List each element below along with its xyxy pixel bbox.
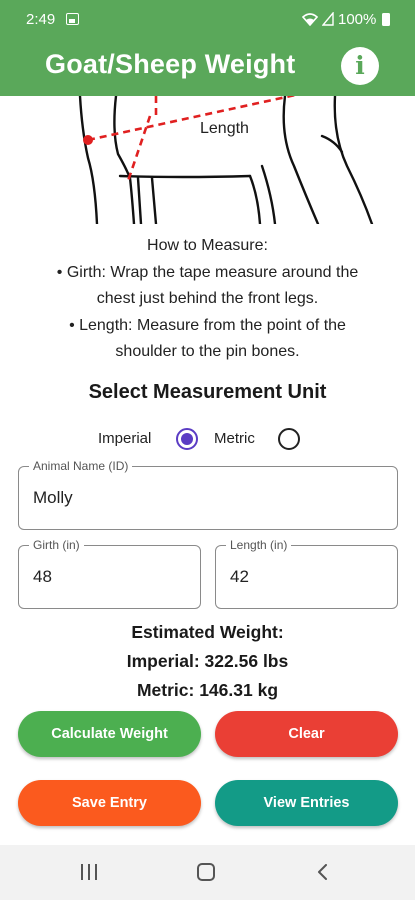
imperial-weight-result: Imperial: 322.56 lbs [126,651,289,671]
length-label: Length [200,120,249,137]
metric-radio[interactable] [278,428,300,450]
metric-weight-result: Metric: 146.31 kg [136,680,279,700]
length-field-label: Length (in) [226,538,292,552]
measurement-diagram: Length [78,96,374,224]
instructions-girth-line2: chest just behind the front legs. [96,290,319,307]
instructions-length-line1: • Length: Measure from the point of the [69,316,346,334]
imperial-radio[interactable] [176,428,198,450]
shoulder-point-marker [83,135,93,145]
battery-icon [382,13,390,26]
imperial-label[interactable]: Imperial [98,430,151,447]
app-bar: Goat/Sheep Weight i [0,40,415,96]
wifi-icon [302,13,318,26]
metric-label[interactable]: Metric [214,430,255,447]
view-entries-button[interactable]: View Entries [215,780,398,826]
girth-label: Girth (in) [29,538,84,552]
clear-button[interactable]: Clear [215,711,398,757]
system-nav-bar [0,845,415,900]
unit-radio-group: Imperial Metric [0,426,415,452]
status-bar: 2:49 100% [0,0,415,40]
save-entry-button[interactable]: Save Entry [18,780,201,826]
unit-heading: Select Measurement Unit [88,381,327,403]
animal-name-field[interactable]: Animal Name (ID) Molly [18,459,398,530]
measure-lines [87,96,297,182]
girth-value[interactable]: 48 [33,567,52,587]
back-icon[interactable] [316,864,328,880]
animal-name-value[interactable]: Molly [33,488,73,508]
image-icon [66,13,79,25]
instructions-length-line2: shoulder to the pin bones. [115,343,300,360]
app-title: Goat/Sheep Weight [45,49,296,79]
battery-percent: 100% [338,11,377,28]
signal-icon [322,12,334,26]
status-time: 2:49 [26,11,56,28]
recents-icon[interactable] [80,864,98,880]
measurement-instructions: How to Measure: • Girth: Wrap the tape m… [10,233,405,366]
length-value[interactable]: 42 [230,567,249,587]
length-field[interactable]: Length (in) 42 [215,538,398,609]
calculate-weight-button[interactable]: Calculate Weight [18,711,201,757]
animal-outline [78,96,374,224]
info-button[interactable]: i [341,47,379,85]
info-icon: i [355,51,365,80]
estimated-weight-heading: Estimated Weight: [131,622,284,642]
girth-field[interactable]: Girth (in) 48 [18,538,201,609]
instructions-heading: How to Measure: [147,237,268,254]
instructions-girth-line1: • Girth: Wrap the tape measure around th… [56,263,359,281]
home-icon[interactable] [197,863,215,881]
animal-name-label: Animal Name (ID) [29,459,133,473]
